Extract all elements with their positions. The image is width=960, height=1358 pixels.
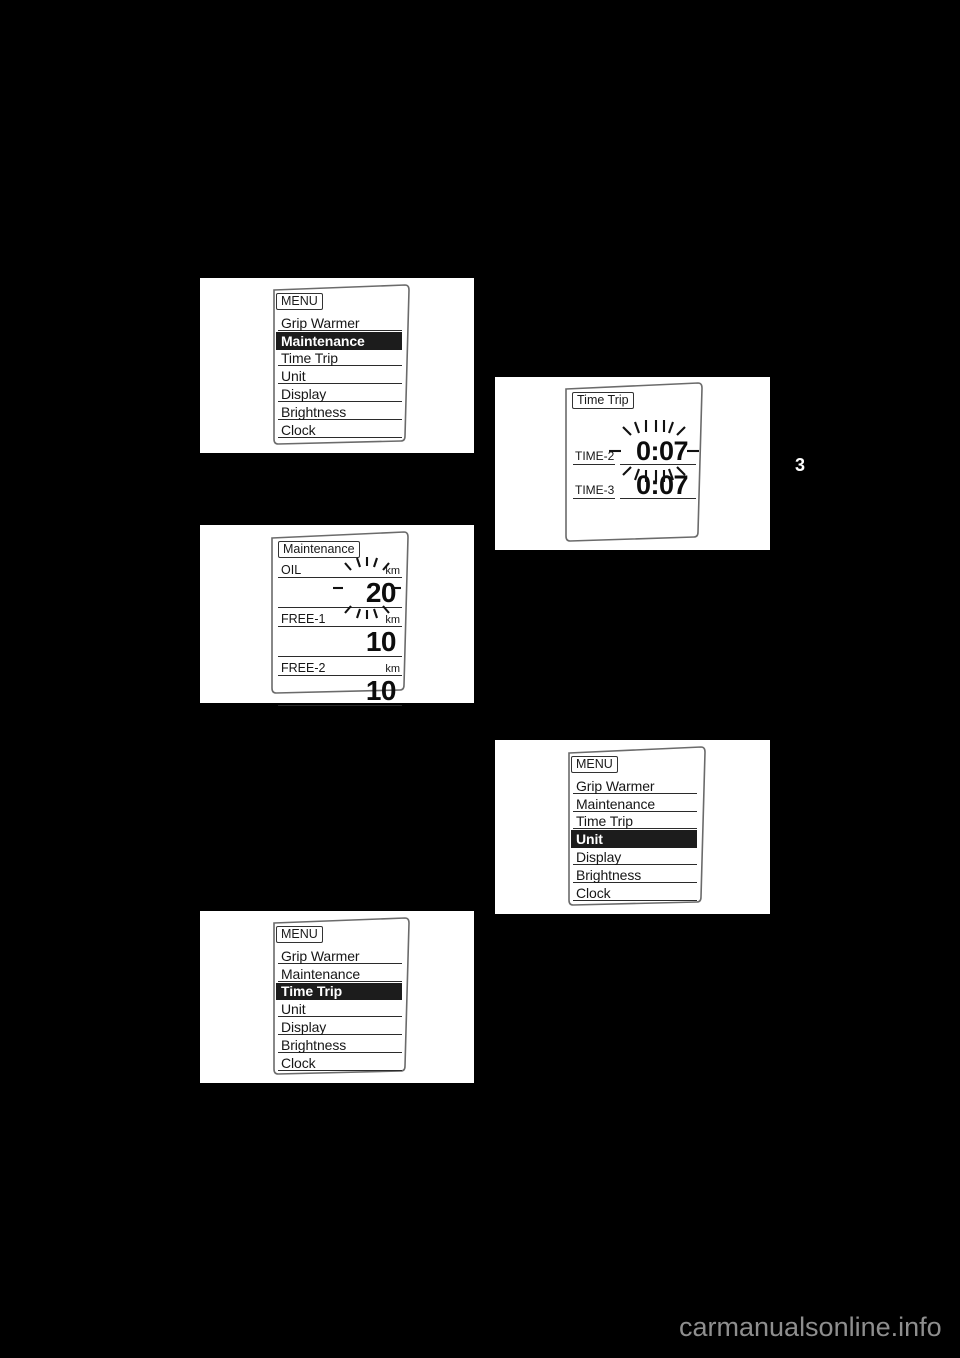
menu-item-label: Brightness bbox=[576, 866, 642, 883]
maintenance-row-free-2[interactable]: FREE-2 km 10 bbox=[278, 661, 402, 706]
row-unit: km bbox=[385, 614, 400, 626]
menu-item-grip-warmer[interactable]: Grip Warmer bbox=[276, 947, 402, 965]
maintenance-row-free-1[interactable]: FREE-1 km 10 bbox=[278, 612, 402, 657]
time-trip-row-time-3[interactable]: TIME-3 0:07 bbox=[572, 467, 696, 499]
row-label: TIME-2 bbox=[575, 449, 615, 463]
menu-item-maintenance[interactable]: Maintenance bbox=[571, 795, 697, 813]
chapter-page-tab: 3 bbox=[795, 455, 806, 475]
menu-item-clock[interactable]: Clock bbox=[276, 421, 402, 439]
row-rule-label bbox=[573, 498, 615, 499]
menu-item-grip-warmer[interactable]: Grip Warmer bbox=[571, 777, 697, 795]
menu-item-label: Brightness bbox=[281, 1036, 347, 1053]
site-watermark: carmanualsonline.info bbox=[679, 1312, 942, 1342]
menu-item-label: Clock bbox=[281, 421, 316, 438]
row-value: 10 bbox=[365, 626, 397, 657]
row-label: FREE-2 bbox=[281, 661, 326, 675]
menu-list: Grip Warmer Maintenance Time Trip Unit D… bbox=[571, 777, 697, 902]
row-label: OIL bbox=[281, 563, 302, 577]
menu-item-label: Unit bbox=[576, 831, 603, 848]
menu-item-label: Time Trip bbox=[576, 813, 633, 830]
menu-list: Grip Warmer Maintenance Time Trip Unit D… bbox=[276, 314, 402, 439]
row-label: FREE-1 bbox=[281, 612, 326, 626]
figure-menu-maintenance: MENU Grip Warmer Maintenance Time Trip U… bbox=[200, 278, 474, 453]
menu-item-label: Maintenance bbox=[576, 795, 656, 812]
row-rule-value bbox=[620, 464, 696, 465]
screen-title-tag: Time Trip bbox=[572, 392, 634, 409]
menu-item-clock[interactable]: Clock bbox=[571, 884, 697, 902]
figure-time-trip-screen: Time Trip TIME-2 0:07 TIME-3 0:07 bbox=[495, 377, 770, 550]
menu-item-label: Unit bbox=[281, 1001, 306, 1018]
menu-item-label: Display bbox=[281, 1019, 327, 1036]
row-rule-label bbox=[573, 464, 615, 465]
menu-item-label: Display bbox=[576, 849, 622, 866]
figure-maintenance-screen: Maintenance OIL km 20 FREE-1 km 10 FREE-… bbox=[200, 525, 474, 706]
menu-item-brightness[interactable]: Brightness bbox=[276, 1036, 402, 1054]
menu-item-grip-warmer[interactable]: Grip Warmer bbox=[276, 314, 402, 332]
menu-item-maintenance[interactable]: Maintenance bbox=[276, 331, 402, 350]
menu-item-display[interactable]: Display bbox=[571, 848, 697, 866]
row-value: 20 bbox=[365, 577, 397, 608]
menu-item-maintenance[interactable]: Maintenance bbox=[276, 965, 402, 983]
menu-item-label: Clock bbox=[281, 1054, 316, 1071]
row-header: FREE-1 km bbox=[278, 612, 402, 626]
menu-item-label: Grip Warmer bbox=[576, 777, 655, 794]
menu-item-unit[interactable]: Unit bbox=[571, 830, 697, 849]
menu-item-time-trip[interactable]: Time Trip bbox=[276, 350, 402, 368]
menu-item-label: Unit bbox=[281, 368, 306, 385]
menu-item-label: Clock bbox=[576, 884, 611, 901]
row-value: 10 bbox=[365, 675, 397, 706]
menu-item-brightness[interactable]: Brightness bbox=[571, 866, 697, 884]
row-unit: km bbox=[385, 565, 400, 577]
menu-list: Grip Warmer Maintenance Time Trip Unit D… bbox=[276, 947, 402, 1072]
menu-item-label: Time Trip bbox=[281, 350, 338, 367]
row-unit: km bbox=[385, 663, 400, 675]
maintenance-row-oil[interactable]: OIL km 20 bbox=[278, 557, 402, 619]
menu-item-unit[interactable]: Unit bbox=[276, 367, 402, 385]
screen-title-tag: MENU bbox=[276, 926, 323, 943]
row-value: 0:07 bbox=[635, 436, 689, 466]
menu-item-label: Maintenance bbox=[281, 332, 365, 349]
menu-item-clock[interactable]: Clock bbox=[276, 1054, 402, 1072]
menu-item-display[interactable]: Display bbox=[276, 385, 402, 403]
menu-item-label: Maintenance bbox=[281, 965, 361, 982]
menu-item-display[interactable]: Display bbox=[276, 1018, 402, 1036]
row-header: OIL km bbox=[278, 563, 402, 577]
screen-title-tag: MENU bbox=[571, 756, 618, 773]
row-value: 0:07 bbox=[635, 470, 689, 500]
menu-item-label: Grip Warmer bbox=[281, 947, 360, 964]
menu-item-label: Time Trip bbox=[281, 983, 343, 1000]
menu-item-label: Grip Warmer bbox=[281, 314, 360, 331]
figure-menu-unit: MENU Grip Warmer Maintenance Time Trip U… bbox=[495, 740, 770, 914]
menu-item-label: Brightness bbox=[281, 403, 347, 420]
menu-item-time-trip[interactable]: Time Trip bbox=[276, 982, 402, 1001]
screen-title-tag: Maintenance bbox=[278, 541, 360, 558]
menu-item-unit[interactable]: Unit bbox=[276, 1000, 402, 1018]
menu-item-brightness[interactable]: Brightness bbox=[276, 403, 402, 421]
figure-menu-time-trip: MENU Grip Warmer Maintenance Time Trip U… bbox=[200, 911, 474, 1083]
time-trip-row-time-2[interactable]: TIME-2 0:07 bbox=[572, 433, 696, 465]
row-label: TIME-3 bbox=[575, 483, 615, 497]
menu-item-time-trip[interactable]: Time Trip bbox=[571, 813, 697, 831]
menu-item-label: Display bbox=[281, 386, 327, 403]
row-rule-value bbox=[620, 498, 696, 499]
row-header: FREE-2 km bbox=[278, 661, 402, 675]
screen-title-tag: MENU bbox=[276, 293, 323, 310]
